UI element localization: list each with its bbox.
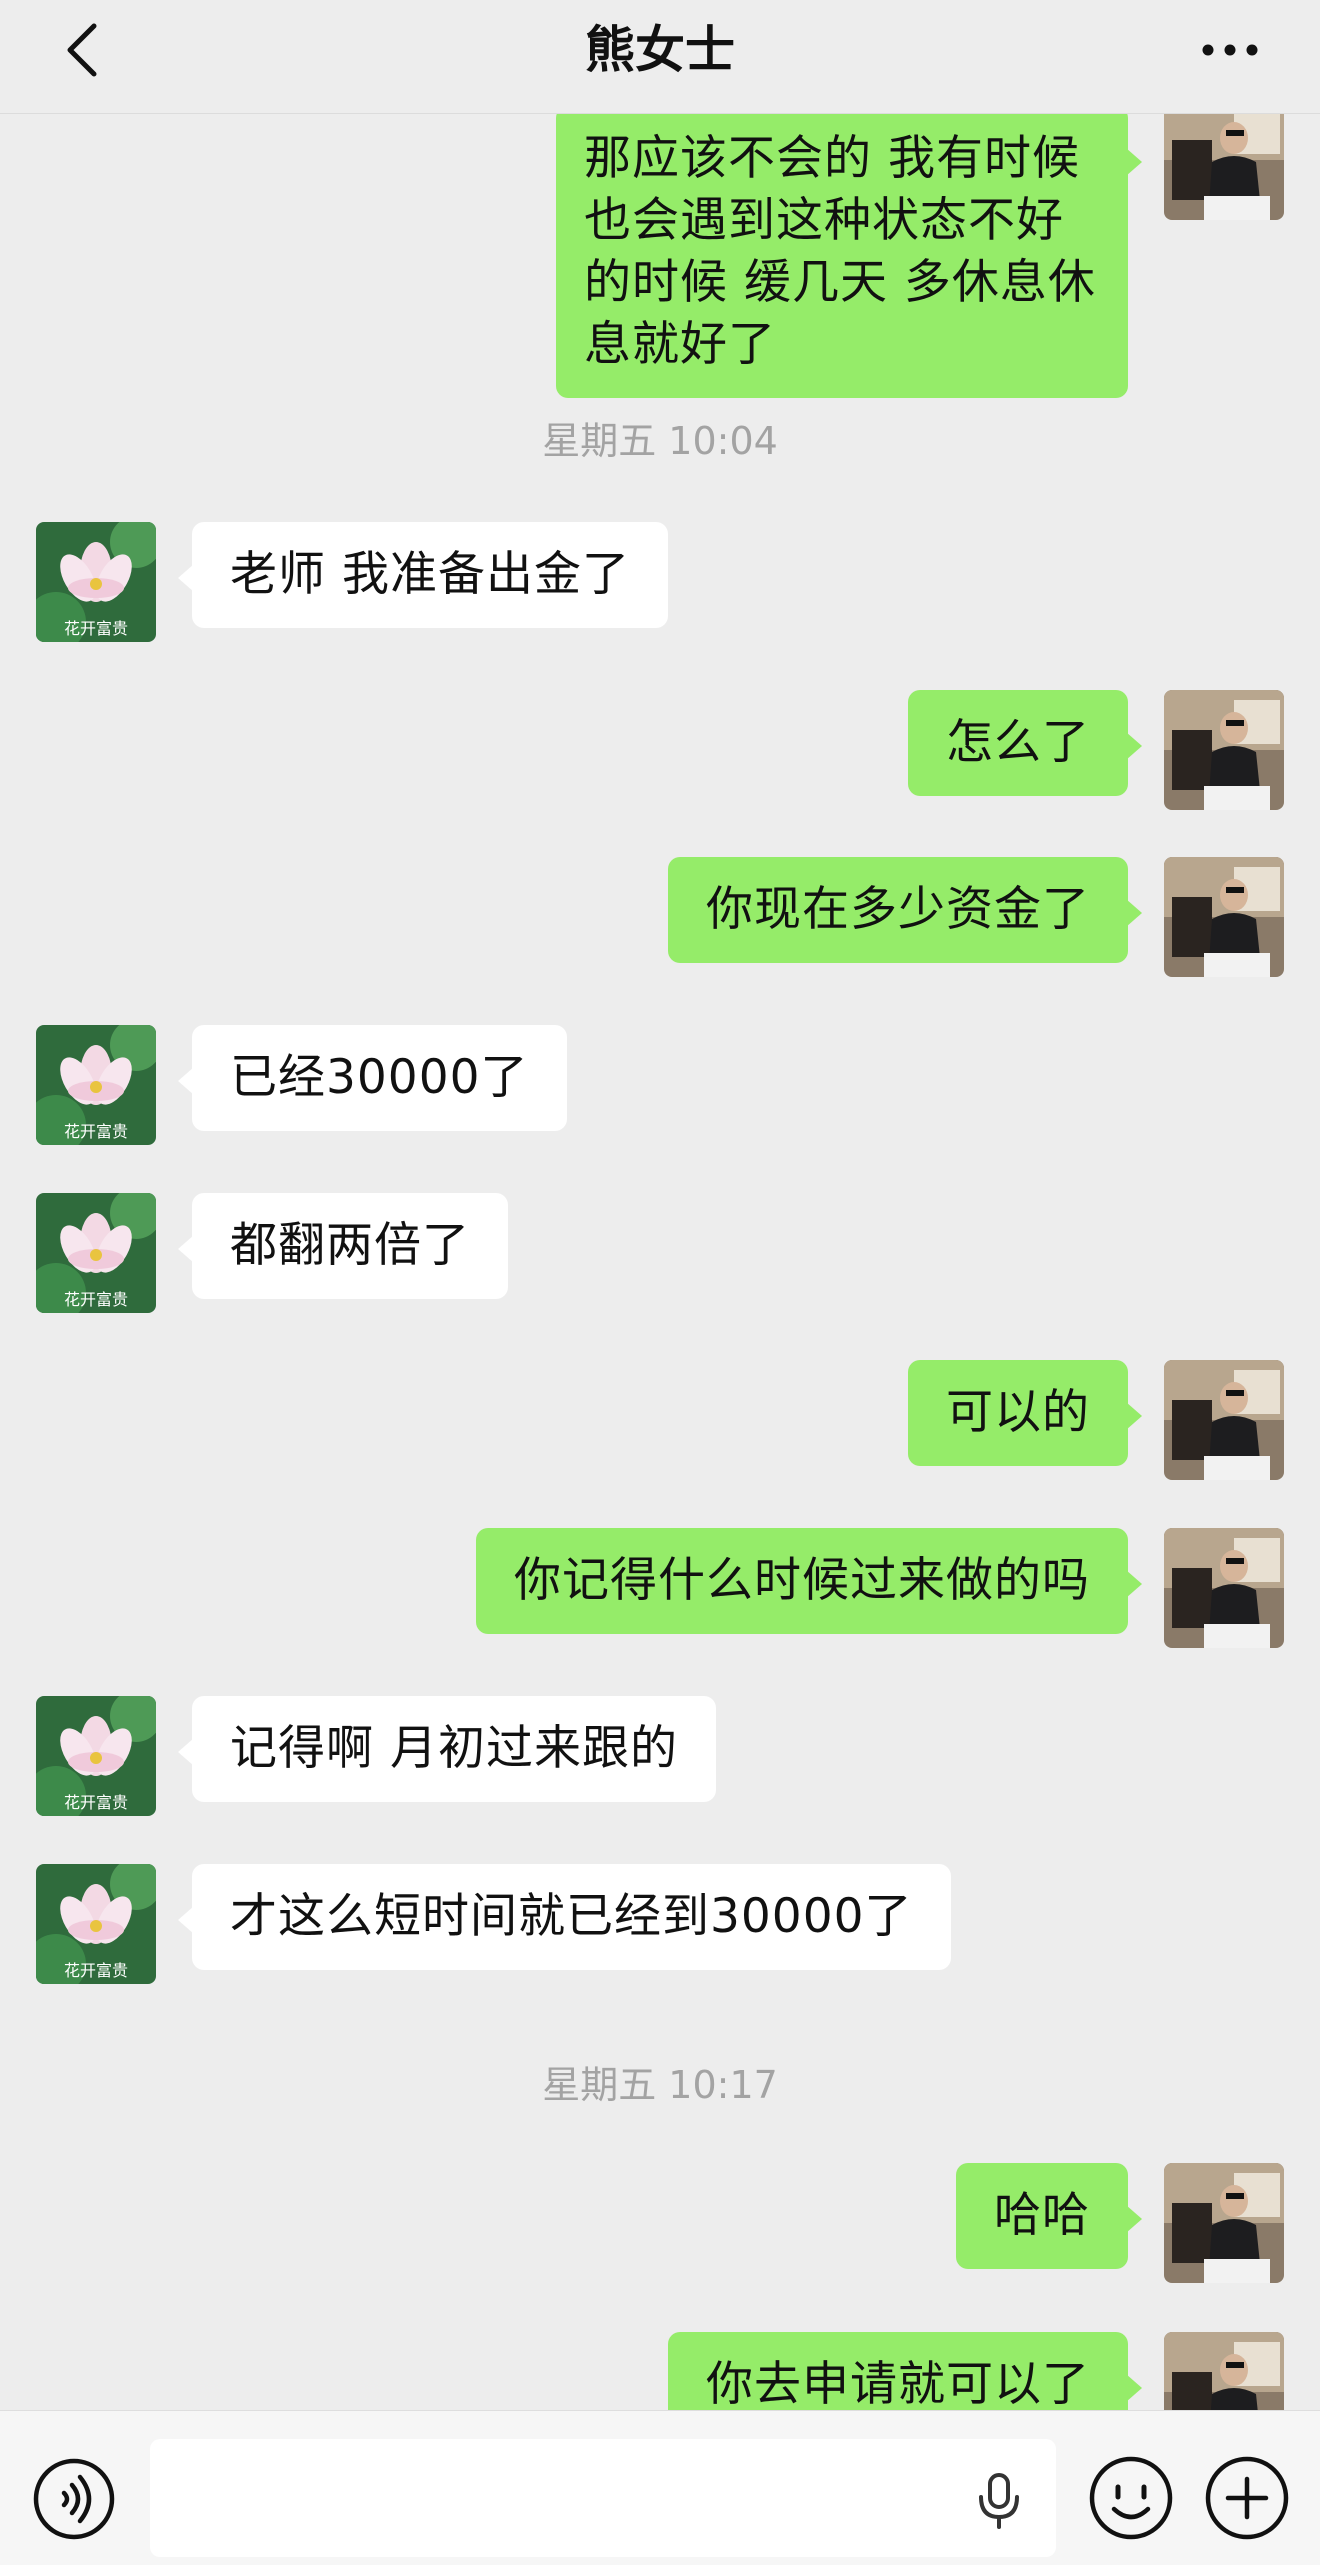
message-bubble-out[interactable]: 你现在多少资金了 bbox=[668, 857, 1142, 963]
avatar-caption: 花开富贵 bbox=[64, 1122, 128, 1141]
self-avatar[interactable] bbox=[1164, 1360, 1284, 1480]
message-bubble-out[interactable]: 那应该不会的 我有时候也会遇到这种状态不好的时候 缓几天 多休息休息就好了 bbox=[556, 106, 1142, 398]
message-bubble-in[interactable]: 才这么短时间就已经到30000了 bbox=[178, 1864, 951, 1970]
message-bubble-out[interactable]: 怎么了 bbox=[908, 690, 1142, 796]
emoji-button[interactable] bbox=[1088, 2455, 1174, 2541]
page-title: 熊女士 bbox=[585, 21, 735, 79]
self-avatar[interactable] bbox=[1164, 2163, 1284, 2283]
self-avatar[interactable] bbox=[1164, 690, 1284, 810]
contact-avatar[interactable]: 花开富贵 bbox=[36, 1025, 156, 1145]
message-bubble-in[interactable]: 都翻两倍了 bbox=[178, 1193, 508, 1299]
message-text: 都翻两倍了 bbox=[230, 1218, 470, 1273]
plus-icon bbox=[1205, 2456, 1289, 2540]
avatar-caption: 花开富贵 bbox=[64, 1961, 128, 1980]
mic-icon[interactable] bbox=[975, 2471, 1023, 2531]
timestamp: 星期五 10:17 bbox=[542, 2063, 778, 2107]
input-bar bbox=[0, 2410, 1320, 2565]
message-bubble-out[interactable]: 哈哈 bbox=[956, 2163, 1142, 2269]
message-text: 你记得什么时候过来做的吗 bbox=[514, 1553, 1090, 1608]
message-bubble-out[interactable]: 可以的 bbox=[908, 1360, 1142, 1466]
avatar-caption: 花开富贵 bbox=[64, 1290, 128, 1309]
message-text: 你现在多少资金了 bbox=[706, 882, 1090, 937]
message-bubble-in[interactable]: 已经30000了 bbox=[178, 1025, 567, 1131]
chat-area[interactable]: 那应该不会的 我有时候也会遇到这种状态不好的时候 缓几天 多休息休息就好了 星期… bbox=[0, 0, 1320, 2410]
self-avatar[interactable] bbox=[1164, 2332, 1284, 2410]
message-text: 那应该不会的 我有时候也会遇到这种状态不好的时候 缓几天 多休息休息就好了 bbox=[584, 131, 1096, 372]
nav-header: 熊女士 bbox=[0, 0, 1320, 114]
contact-avatar[interactable]: 花开富贵 bbox=[36, 1696, 156, 1816]
message-text: 记得啊 月初过来跟的 bbox=[230, 1721, 678, 1776]
voice-button[interactable] bbox=[32, 2457, 116, 2541]
message-text: 才这么短时间就已经到30000了 bbox=[230, 1889, 913, 1944]
self-avatar[interactable] bbox=[1164, 100, 1284, 220]
more-button[interactable] bbox=[1190, 22, 1270, 78]
message-text: 老师 我准备出金了 bbox=[230, 547, 630, 602]
more-dots-icon bbox=[1202, 44, 1258, 56]
message-bubble-out[interactable]: 你记得什么时候过来做的吗 bbox=[476, 1528, 1142, 1634]
avatar-caption: 花开富贵 bbox=[64, 619, 128, 638]
message-text: 怎么了 bbox=[946, 715, 1090, 770]
self-avatar[interactable] bbox=[1164, 857, 1284, 977]
message-text: 可以的 bbox=[946, 1385, 1090, 1440]
contact-avatar[interactable]: 花开富贵 bbox=[36, 522, 156, 642]
contact-avatar[interactable]: 花开富贵 bbox=[36, 1193, 156, 1313]
message-text: 已经30000了 bbox=[230, 1050, 529, 1105]
voice-icon bbox=[33, 2458, 115, 2540]
timestamp: 星期五 10:04 bbox=[542, 419, 778, 463]
contact-avatar[interactable]: 花开富贵 bbox=[36, 1864, 156, 1984]
self-avatar[interactable] bbox=[1164, 1528, 1284, 1648]
avatar-caption: 花开富贵 bbox=[64, 1793, 128, 1812]
message-text: 你去申请就可以了 bbox=[706, 2357, 1090, 2410]
message-input[interactable] bbox=[150, 2439, 1056, 2557]
message-bubble-out[interactable]: 你去申请就可以了 bbox=[668, 2332, 1142, 2410]
message-bubble-in[interactable]: 记得啊 月初过来跟的 bbox=[178, 1696, 716, 1802]
plus-button[interactable] bbox=[1204, 2455, 1290, 2541]
emoji-icon bbox=[1089, 2456, 1173, 2540]
message-text: 哈哈 bbox=[994, 2188, 1090, 2243]
message-bubble-in[interactable]: 老师 我准备出金了 bbox=[178, 522, 668, 628]
